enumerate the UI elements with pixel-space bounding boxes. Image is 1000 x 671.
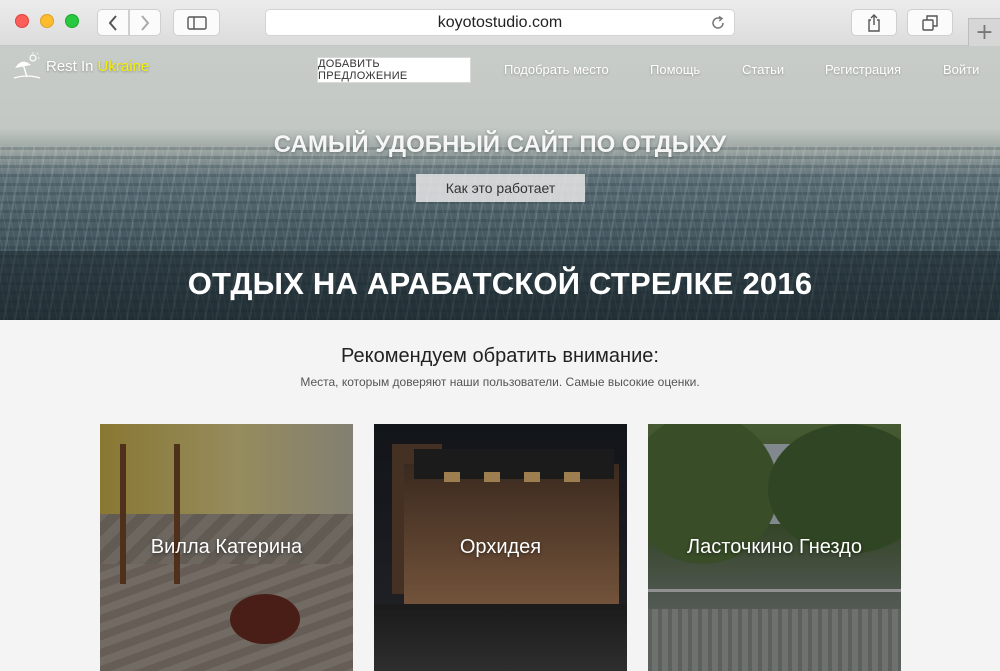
sidebar-icon	[186, 15, 207, 30]
nav-login[interactable]: Войти	[943, 62, 979, 77]
chevron-right-icon	[141, 14, 150, 31]
minimize-window-button[interactable]	[40, 14, 54, 28]
place-card-orkhideya[interactable]: Орхидея	[374, 424, 627, 671]
how-it-works-button[interactable]: Как это работает	[416, 174, 585, 202]
recommendations-section: Рекомендуем обратить внимание: Места, ко…	[0, 320, 1000, 671]
place-card-villa-katerina[interactable]: Вилла Катерина	[100, 424, 353, 671]
place-card-title: Ласточкино Гнездо	[687, 536, 862, 558]
umbrella-sun-icon	[13, 52, 41, 79]
nav-find-place[interactable]: Подобрать место	[504, 62, 609, 77]
hero-title: САМЫЙ УДОБНЫЙ САЙТ ПО ОТДЫХУ	[273, 131, 727, 158]
nav-help[interactable]: Помощь	[650, 62, 700, 77]
place-card-title: Орхидея	[459, 536, 542, 558]
nav-articles[interactable]: Статьи	[742, 62, 784, 77]
forward-button[interactable]	[129, 9, 161, 36]
share-button[interactable]	[851, 9, 897, 36]
address-bar[interactable]: koyotostudio.com	[265, 9, 735, 36]
plus-icon: +	[975, 20, 994, 45]
site-logo[interactable]: Rest In Ukraine	[12, 51, 149, 81]
tabs-overview-button[interactable]	[907, 9, 953, 36]
section-subtitle: Места, которым доверяют наши пользовател…	[300, 375, 700, 389]
browser-toolbar: koyotostudio.com +	[0, 0, 1000, 46]
add-offer-button[interactable]: ДОБАВИТЬ ПРЕДЛОЖЕНИЕ	[317, 57, 471, 83]
logo-text: Rest In	[46, 57, 94, 75]
share-icon	[868, 13, 880, 32]
sidebar-button[interactable]	[173, 9, 220, 36]
place-card-title: Вилла Катерина	[150, 536, 303, 558]
reload-icon[interactable]	[710, 15, 726, 36]
place-card-lastochkino-gnezdo[interactable]: Ласточкино Гнездо	[648, 424, 901, 671]
url-text: koyotostudio.com	[437, 13, 563, 31]
logo-highlight: Ukraine	[97, 57, 150, 75]
chevron-left-icon	[108, 14, 117, 31]
zoom-window-button[interactable]	[65, 14, 79, 28]
hero-subtitle: ОТДЫХ НА АРАБАТСКОЙ СТРЕЛКЕ 2016	[187, 266, 813, 301]
close-window-button[interactable]	[15, 14, 29, 28]
nav-register[interactable]: Регистрация	[825, 62, 901, 77]
hero-banner: Rest In Ukraine ДОБАВИТЬ ПРЕДЛОЖЕНИЕ Под…	[0, 46, 1000, 320]
back-button[interactable]	[97, 9, 129, 36]
section-title: Рекомендуем обратить внимание:	[341, 345, 659, 367]
tabs-icon	[922, 14, 938, 31]
new-tab-button[interactable]: +	[968, 18, 1000, 46]
